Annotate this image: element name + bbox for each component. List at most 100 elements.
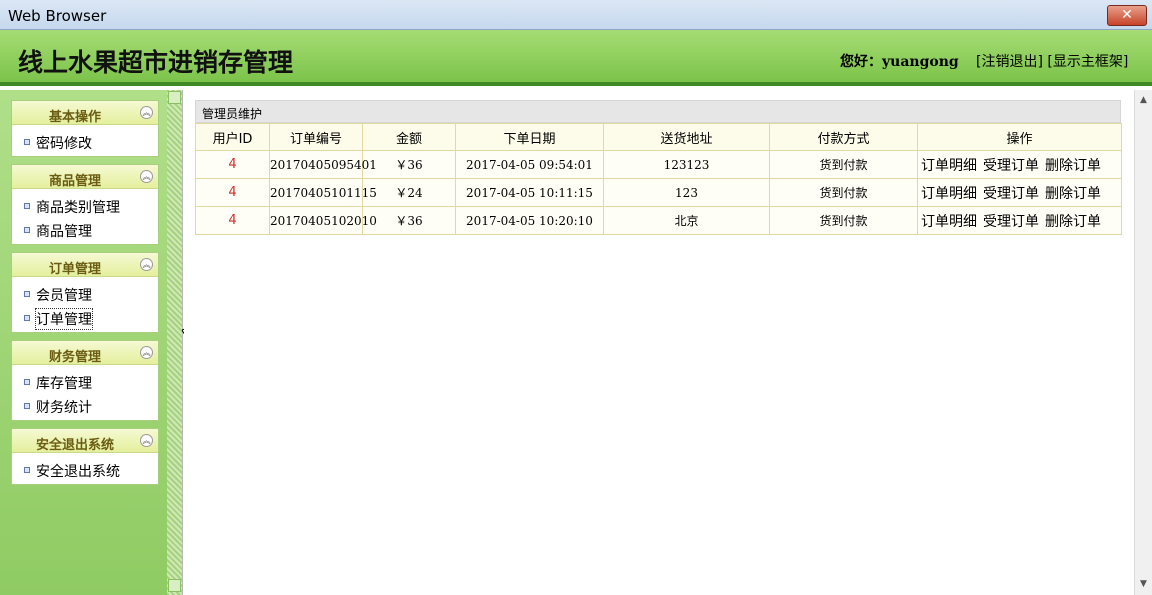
table-header-row: 用户ID 订单编号 金额 下单日期 送货地址 付款方式 操作 (195, 123, 1122, 151)
table-row: 4 20170405095401 ￥36 2017-04-05 09:54:01… (195, 150, 1122, 179)
column-header-actions: 操作 (917, 123, 1122, 151)
sidebar-item-members[interactable]: 会员管理 (12, 281, 158, 305)
sidebar-item-label: 密码修改 (36, 136, 92, 152)
column-header-payment: 付款方式 (769, 123, 918, 151)
column-header-user-id: 用户ID (195, 123, 270, 151)
bullet-icon (24, 227, 30, 233)
main-content: 管理员维护 用户ID 订单编号 金额 下单日期 送货地址 付款方式 操作 4 2… (184, 90, 1134, 595)
bullet-icon (24, 203, 30, 209)
cell-user-id: 4 (195, 178, 270, 207)
sidebar-item-label: 库存管理 (36, 376, 92, 392)
accept-order-link[interactable]: 受理订单 (983, 186, 1039, 202)
group-header[interactable]: 财务管理 ︽ (12, 341, 158, 365)
cell-user-id: 4 (195, 150, 270, 179)
group-title: 订单管理 (48, 262, 101, 277)
column-header-date: 下单日期 (455, 123, 604, 151)
show-main-frame-link[interactable]: [显示主框架] (1047, 54, 1128, 70)
cell-order-no: 20170405102010 (269, 206, 377, 235)
cell-user-id: 4 (195, 206, 270, 235)
double-chevron-up-icon[interactable]: ︽ (140, 258, 153, 271)
group-header[interactable]: 商品管理 ︽ (12, 165, 158, 189)
frame-splitter[interactable] (167, 90, 183, 595)
double-chevron-up-icon[interactable]: ︽ (140, 170, 153, 183)
order-detail-link[interactable]: 订单明细 (921, 158, 977, 174)
table-row: 4 20170405101115 ￥24 2017-04-05 10:11:15… (195, 178, 1122, 207)
sidebar-item-label: 安全退出系统 (36, 464, 120, 480)
logout-link[interactable]: [注销退出] (976, 54, 1043, 70)
user-greeting: 您好：yuangong (840, 54, 959, 70)
double-chevron-up-icon[interactable]: ︽ (140, 434, 153, 447)
sidebar-group-exit: 安全退出系统 ︽ 安全退出系统 (11, 428, 159, 485)
order-detail-link[interactable]: 订单明细 (921, 214, 977, 230)
sidebar-group-finance: 财务管理 ︽ 库存管理 财务统计 (11, 340, 159, 421)
bullet-icon (24, 315, 30, 321)
cell-actions: 订单明细 受理订单 删除订单 (917, 178, 1122, 207)
cell-address: 北京 (603, 206, 770, 235)
cell-payment: 货到付款 (769, 150, 918, 179)
app-header: 线上水果超市进销存管理 您好：yuangong [注销退出] [显示主框架] (0, 30, 1152, 86)
column-header-order-no: 订单编号 (269, 123, 363, 151)
cell-date: 2017-04-05 10:20:10 (455, 206, 604, 235)
close-button[interactable]: ✕ (1107, 5, 1147, 26)
group-header[interactable]: 订单管理 ︽ (12, 253, 158, 277)
cell-actions: 订单明细 受理订单 删除订单 (917, 150, 1122, 179)
sidebar-item-exit[interactable]: 安全退出系统 (12, 457, 158, 481)
scroll-up-arrow-icon[interactable]: ▲ (1135, 92, 1152, 109)
sidebar: 基本操作 ︽ 密码修改 商品管理 ︽ 商品类别管理 商品管理 订单管理 ︽ 会员… (0, 90, 167, 595)
app-title: 线上水果超市进销存管理 (18, 48, 294, 77)
column-header-address: 送货地址 (603, 123, 770, 151)
accept-order-link[interactable]: 受理订单 (983, 214, 1039, 230)
sidebar-item-finance-stats[interactable]: 财务统计 (12, 393, 158, 417)
header-links: [注销退出] [显示主框架] (976, 51, 1128, 71)
cell-date: 2017-04-05 10:11:15 (455, 178, 604, 207)
delete-order-link[interactable]: 删除订单 (1045, 158, 1101, 174)
orders-panel: 管理员维护 用户ID 订单编号 金额 下单日期 送货地址 付款方式 操作 4 2… (195, 100, 1122, 235)
group-header[interactable]: 安全退出系统 ︽ (12, 429, 158, 453)
sidebar-group-orders: 订单管理 ︽ 会员管理 订单管理 (11, 252, 159, 333)
window-title: Web Browser (8, 7, 107, 25)
group-title: 财务管理 (48, 350, 101, 365)
sidebar-item-goods-category[interactable]: 商品类别管理 (12, 193, 158, 217)
cell-date: 2017-04-05 09:54:01 (455, 150, 604, 179)
delete-order-link[interactable]: 删除订单 (1045, 186, 1101, 202)
cell-actions: 订单明细 受理订单 删除订单 (917, 206, 1122, 235)
sidebar-item-inventory[interactable]: 库存管理 (12, 369, 158, 393)
delete-order-link[interactable]: 删除订单 (1045, 214, 1101, 230)
cell-address: 123123 (603, 150, 770, 179)
cell-address: 123 (603, 178, 770, 207)
group-title: 基本操作 (48, 110, 101, 125)
sidebar-item-label: 订单管理 (35, 308, 93, 330)
sidebar-item-label: 财务统计 (36, 400, 92, 416)
double-chevron-up-icon[interactable]: ︽ (140, 106, 153, 119)
cell-payment: 货到付款 (769, 178, 918, 207)
scroll-down-arrow-icon[interactable]: ▼ (1135, 576, 1152, 593)
table-row: 4 20170405102010 ￥36 2017-04-05 10:20:10… (195, 206, 1122, 235)
cell-payment: 货到付款 (769, 206, 918, 235)
group-title: 安全退出系统 (35, 438, 114, 453)
accept-order-link[interactable]: 受理订单 (983, 158, 1039, 174)
splitter-bottom-handle[interactable] (168, 579, 181, 592)
bullet-icon (24, 291, 30, 297)
sidebar-group-goods: 商品管理 ︽ 商品类别管理 商品管理 (11, 164, 159, 245)
cell-order-no: 20170405095401 (269, 150, 377, 179)
double-chevron-up-icon[interactable]: ︽ (140, 346, 153, 359)
group-header[interactable]: 基本操作 ︽ (12, 101, 158, 125)
sidebar-item-goods[interactable]: 商品管理 (12, 217, 158, 241)
sidebar-item-password[interactable]: 密码修改 (12, 129, 158, 153)
sidebar-item-label: 商品类别管理 (36, 200, 120, 216)
bullet-icon (24, 139, 30, 145)
bullet-icon (24, 467, 30, 473)
window-titlebar: Web Browser ✕ (0, 0, 1152, 30)
order-detail-link[interactable]: 订单明细 (921, 186, 977, 202)
splitter-top-handle[interactable] (168, 91, 181, 104)
sidebar-group-basic: 基本操作 ︽ 密码修改 (11, 100, 159, 157)
column-header-amount: 金额 (362, 123, 456, 151)
vertical-scrollbar[interactable]: ▲ ▼ (1134, 90, 1152, 595)
sidebar-item-label: 会员管理 (36, 288, 92, 304)
orders-table: 用户ID 订单编号 金额 下单日期 送货地址 付款方式 操作 4 2017040… (195, 123, 1122, 235)
bullet-icon (24, 403, 30, 409)
bullet-icon (24, 379, 30, 385)
cell-order-no: 20170405101115 (269, 178, 377, 207)
sidebar-item-orders[interactable]: 订单管理 (12, 305, 158, 330)
panel-title: 管理员维护 (195, 100, 1121, 123)
